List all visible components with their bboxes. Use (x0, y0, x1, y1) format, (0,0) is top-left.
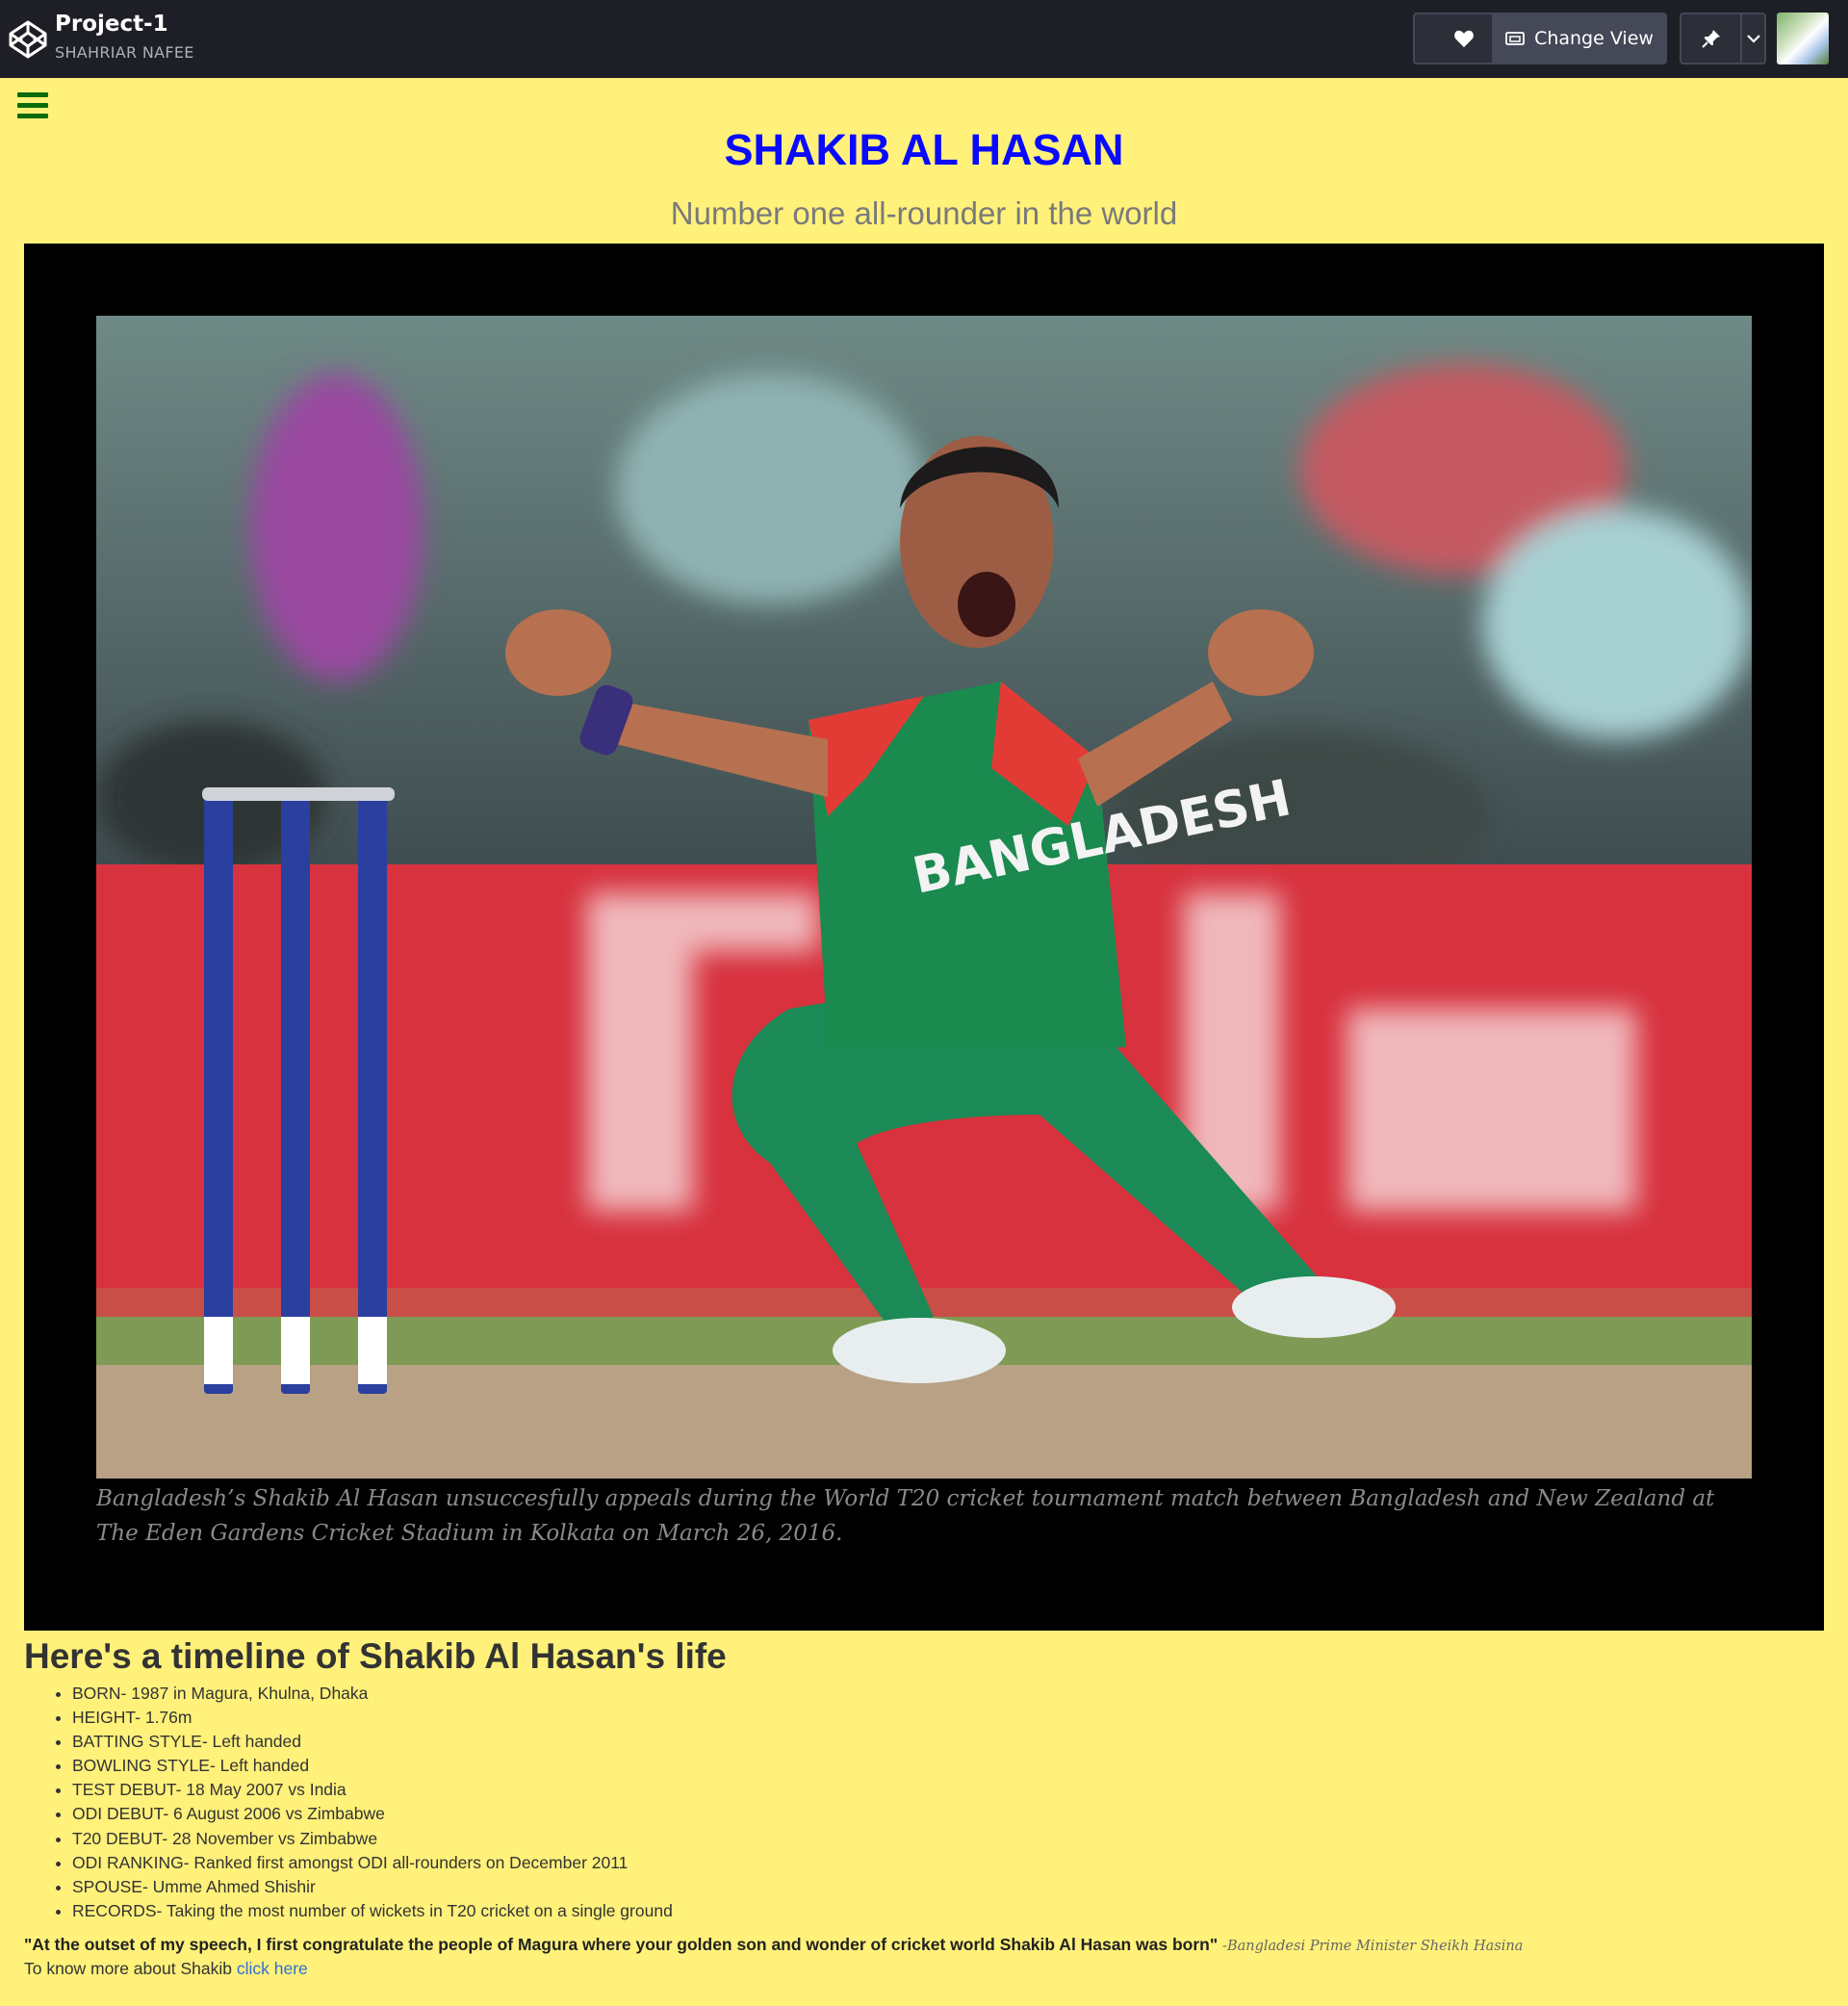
list-item: BATTING STYLE- Left handed (72, 1730, 673, 1754)
change-view-button[interactable]: Change View (1492, 13, 1667, 64)
list-item: BOWLING STYLE- Left handed (72, 1754, 673, 1778)
shakib-appeal-photo: BANGLADESH (96, 316, 1752, 1479)
more-info-link[interactable]: click here (237, 1959, 308, 1978)
top-bar: Project-1 SHAHRIAR NAFEE Change View (0, 0, 1848, 78)
more-info: To know more about Shakib click here (24, 1959, 308, 1979)
list-item: SPOUSE- Umme Ahmed Shishir (72, 1875, 673, 1899)
hamburger-menu-icon[interactable] (17, 92, 48, 119)
pin-icon (1702, 30, 1720, 48)
more-text: To know more about Shakib (24, 1959, 232, 1978)
heart-icon (1454, 30, 1474, 48)
avatar[interactable] (1777, 13, 1829, 64)
facts-list: BORN- 1987 in Magura, Khulna, Dhaka HEIG… (72, 1682, 673, 1923)
timeline-heading: Here's a timeline of Shakib Al Hasan's l… (24, 1636, 727, 1676)
change-view-icon (1505, 32, 1525, 45)
quote-attribution: -Bangladesi Prime Minister Sheikh Hasina (1222, 1939, 1524, 1954)
chevron-down-icon[interactable] (1744, 27, 1763, 50)
image-container: BANGLADESH Bangladesh’s Shakib Al Hasan … (24, 244, 1824, 1631)
list-item: T20 DEBUT- 28 November vs Zimbabwe (72, 1827, 673, 1851)
list-item: ODI DEBUT- 6 August 2006 vs Zimbabwe (72, 1802, 673, 1826)
change-view-label: Change View (1534, 28, 1654, 49)
project-title[interactable]: Project-1 (55, 12, 168, 37)
page-subtitle: Number one all-rounder in the world (670, 195, 1178, 231)
codepen-logo-icon[interactable] (8, 19, 48, 60)
list-item: HEIGHT- 1.76m (72, 1706, 673, 1730)
pin-divider (1740, 14, 1742, 63)
list-item: TEST DEBUT- 18 May 2007 vs India (72, 1778, 673, 1802)
list-item: BORN- 1987 in Magura, Khulna, Dhaka (72, 1682, 673, 1706)
image-caption: Bangladesh’s Shakib Al Hasan unsuccesful… (96, 1486, 1715, 1546)
quote-block: "At the outset of my speech, I first con… (24, 1935, 1523, 1955)
list-item: RECORDS- Taking the most number of wicke… (72, 1899, 673, 1923)
page-title: SHAKIB AL HASAN (724, 125, 1124, 174)
quote-text: "At the outset of my speech, I first con… (24, 1935, 1219, 1954)
project-author[interactable]: SHAHRIAR NAFEE (55, 43, 194, 62)
list-item: ODI RANKING- Ranked first amongst ODI al… (72, 1851, 673, 1875)
